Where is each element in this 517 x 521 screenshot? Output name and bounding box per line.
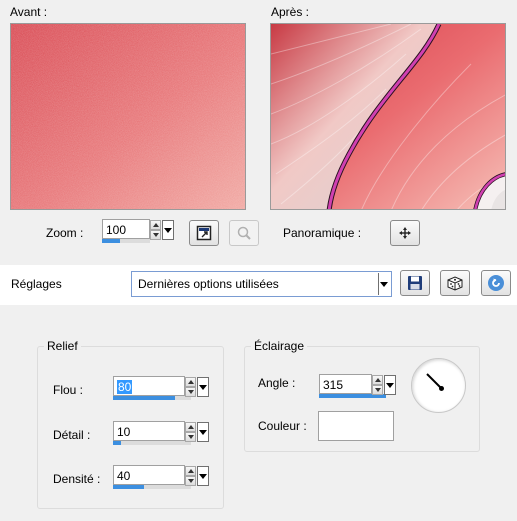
flou-slider[interactable] (113, 396, 191, 400)
reset-button[interactable] (481, 270, 511, 296)
flou-up-arrow[interactable] (185, 377, 196, 387)
couleur-label: Couleur : (258, 419, 307, 433)
after-preview[interactable] (270, 23, 506, 210)
densite-slider[interactable] (113, 485, 191, 489)
densite-input[interactable]: 40 (113, 465, 185, 485)
angle-spinner[interactable]: 315 (319, 374, 396, 398)
zoom-down-arrow[interactable] (150, 230, 161, 240)
dial-needle-icon (426, 373, 444, 391)
before-preview[interactable] (10, 23, 246, 210)
densite-dropdown-button[interactable] (197, 466, 209, 486)
pan-button[interactable] (390, 220, 420, 246)
angle-input[interactable]: 315 (319, 374, 372, 394)
zoom-label: Zoom : (46, 226, 84, 240)
save-preset-button[interactable] (400, 270, 430, 296)
detail-spinner[interactable]: 10 (113, 421, 209, 445)
reset-icon (488, 275, 504, 291)
angle-up-arrow[interactable] (372, 375, 383, 385)
densite-label: Densité : (53, 472, 101, 486)
densite-up-arrow[interactable] (185, 466, 196, 476)
zoom-dropdown-button[interactable] (162, 220, 174, 240)
zoom-spinner[interactable]: 100 (102, 219, 175, 243)
densite-spinner[interactable]: 40 (113, 465, 209, 489)
move-icon (399, 227, 411, 239)
angle-dropdown-button[interactable] (384, 375, 396, 395)
zoom-fit-button[interactable] (189, 220, 219, 246)
flou-slider-fill (113, 396, 176, 400)
angle-dial[interactable] (411, 358, 466, 413)
flou-down-arrow[interactable] (185, 387, 196, 397)
detail-arrows[interactable] (185, 422, 196, 442)
settings-bar: Réglages Dernières options utilisées (0, 265, 517, 305)
before-label: Avant : (10, 5, 48, 19)
zoom-magnify-button[interactable] (229, 220, 259, 246)
fit-window-icon (196, 225, 212, 241)
preset-dropdown[interactable]: Dernières options utilisées (131, 271, 392, 297)
flou-label: Flou : (53, 383, 84, 397)
zoom-input[interactable]: 100 (102, 219, 150, 239)
zoom-slider[interactable] (102, 239, 150, 243)
detail-dropdown-button[interactable] (197, 422, 209, 442)
settings-label: Réglages (11, 277, 62, 291)
save-icon (408, 276, 422, 290)
detail-label: Détail : (53, 428, 91, 442)
pan-label: Panoramique : (283, 226, 362, 240)
preset-value: Dernières options utilisées (138, 277, 279, 291)
dice-icon (447, 276, 463, 291)
flou-dropdown-button[interactable] (197, 377, 209, 397)
angle-label: Angle : (258, 376, 296, 390)
detail-slider[interactable] (113, 441, 191, 445)
detail-down-arrow[interactable] (185, 432, 196, 442)
relief-title: Relief (44, 339, 81, 353)
detail-input[interactable]: 10 (113, 421, 185, 441)
densite-slider-fill (113, 485, 145, 489)
densite-down-arrow[interactable] (185, 476, 196, 486)
angle-arrows[interactable] (372, 375, 383, 395)
flou-input[interactable]: 80 (113, 376, 185, 396)
eclairage-title: Éclairage (251, 339, 308, 353)
magnify-icon (237, 226, 251, 240)
zoom-arrows[interactable] (150, 220, 161, 240)
angle-down-arrow[interactable] (372, 385, 383, 395)
flou-spinner[interactable]: 80 (113, 376, 209, 400)
detail-up-arrow[interactable] (185, 422, 196, 432)
random-button[interactable] (440, 270, 470, 296)
flou-arrows[interactable] (185, 377, 196, 397)
zoom-up-arrow[interactable] (150, 220, 161, 230)
light-color-swatch[interactable] (318, 411, 394, 441)
detail-slider-fill (113, 441, 121, 445)
after-label: Après : (271, 5, 310, 19)
zoom-slider-fill (102, 239, 121, 243)
chevron-down-icon[interactable] (378, 273, 390, 295)
densite-arrows[interactable] (185, 466, 196, 486)
